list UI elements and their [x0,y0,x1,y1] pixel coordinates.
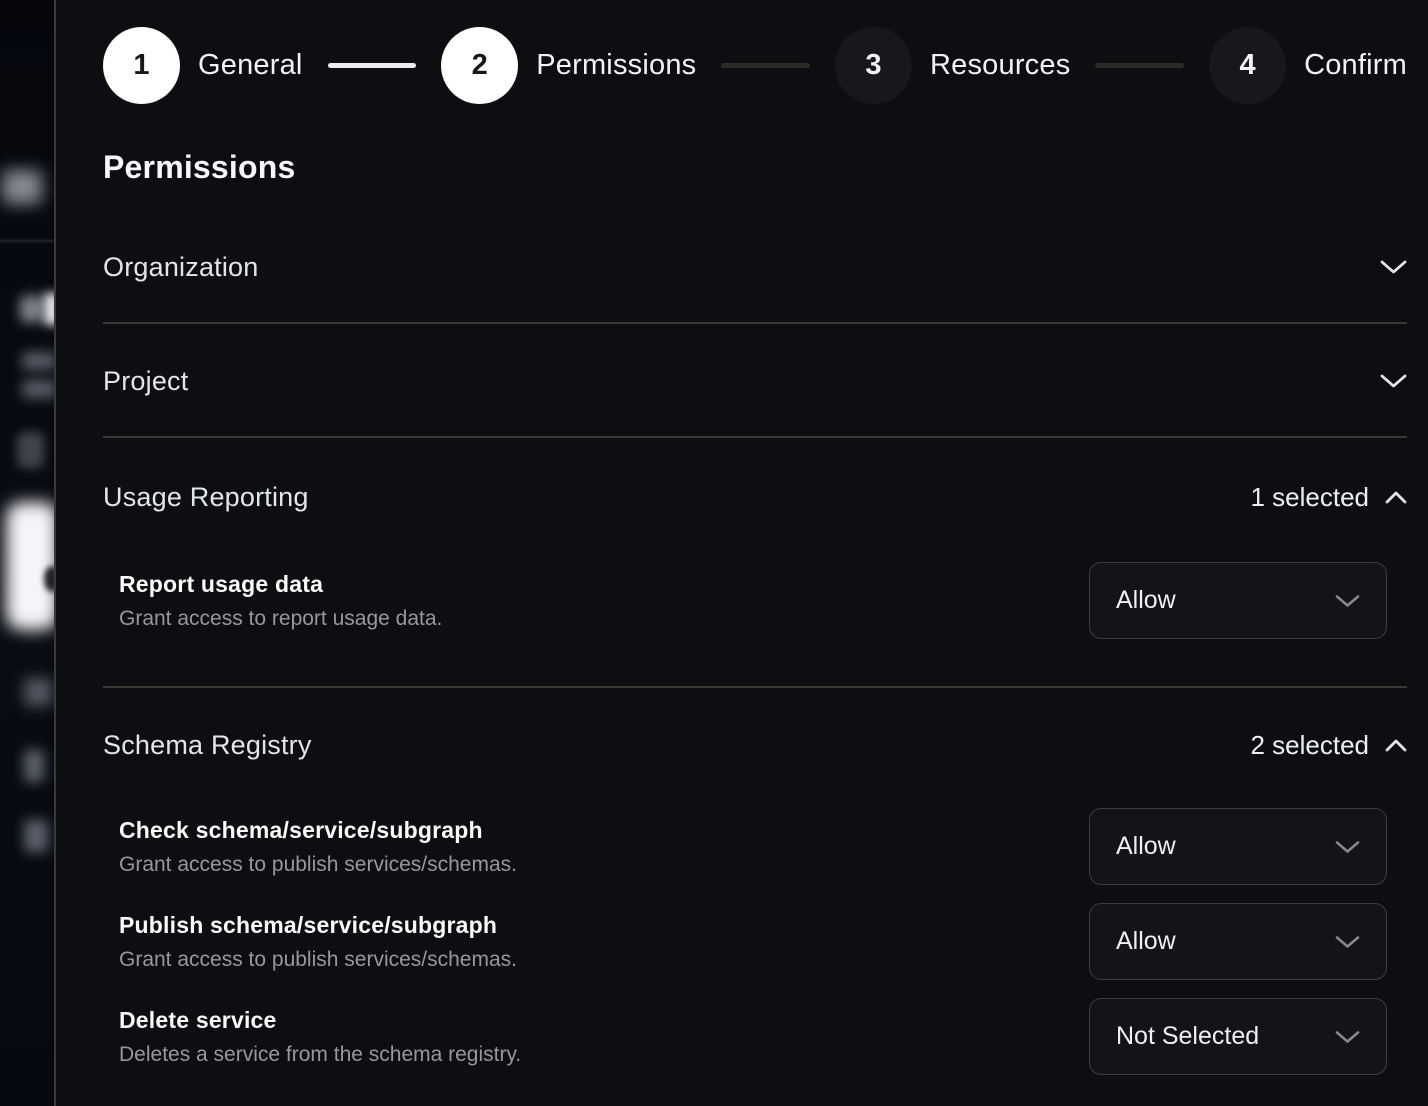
permission-title: Check schema/service/subgraph [119,816,517,844]
step-connector-upcoming [1095,63,1184,68]
sidebar-blur-badge [2,170,42,204]
step-permissions-label: Permissions [536,49,696,82]
permission-description: Grant access to publish services/schemas… [119,947,517,973]
chevron-down-icon [1335,594,1360,608]
sidebar-blur-text-line-2 [22,380,54,398]
section-schema-registry: Schema Registry 2 selected Check schema/… [103,688,1407,1083]
sidebar-blur-text-line-1 [22,352,54,370]
step-resources-circle: 3 [835,27,912,104]
section-title: Organization [103,250,259,284]
permission-rows: Report usage data Grant access to report… [103,562,1407,686]
permission-row-report-usage-data: Report usage data Grant access to report… [119,562,1387,639]
permission-description: Deletes a service from the schema regist… [119,1042,521,1068]
wizard-stepper: 1 General 2 Permissions 3 Resources 4 Co… [103,0,1407,104]
permission-title: Delete service [119,1006,521,1034]
check-schema-select[interactable]: Allow [1089,808,1387,885]
permission-text: Publish schema/service/subgraph Grant ac… [119,911,517,973]
step-permissions[interactable]: 2 Permissions [441,27,696,104]
section-title: Schema Registry [103,728,312,762]
sidebar-backdrop [0,0,54,1106]
chevron-up-icon [1385,739,1407,752]
sidebar-blur-tile [17,432,44,468]
select-value: Allow [1116,927,1176,956]
step-general-label: General [198,49,303,82]
chevron-down-icon [1335,840,1360,854]
section-usage-reporting-header[interactable]: Usage Reporting 1 selected [103,438,1407,514]
permission-rows: Check schema/service/subgraph Grant acce… [103,808,1407,1083]
section-title: Project [103,364,188,398]
permission-row-publish-schema: Publish schema/service/subgraph Grant ac… [119,903,1387,980]
section-usage-reporting: Usage Reporting 1 selected Report usage … [103,438,1407,686]
chevron-up-icon [1385,491,1407,504]
chevron-down-icon [1335,1030,1360,1044]
permission-text: Report usage data Grant access to report… [119,570,442,632]
publish-schema-select[interactable]: Allow [1089,903,1387,980]
delete-service-select[interactable]: Not Selected [1089,998,1387,1075]
section-organization-header[interactable]: Organization [103,186,1407,322]
selected-count-badge: 2 selected [1250,730,1369,761]
permission-title: Report usage data [119,570,442,598]
report-usage-data-select[interactable]: Allow [1089,562,1387,639]
step-permissions-circle: 2 [441,27,518,104]
section-organization: Organization [103,186,1407,322]
create-token-wizard-panel: 1 General 2 Permissions 3 Resources 4 Co… [56,0,1428,1106]
permission-row-delete-service: Delete service Deletes a service from th… [119,998,1387,1075]
chevron-down-icon [1380,373,1407,389]
section-project: Project [103,324,1407,436]
step-resources[interactable]: 3 Resources [835,27,1070,104]
sidebar-blur-heading [44,293,54,325]
page-title: Permissions [103,148,1407,186]
step-confirm[interactable]: 4 Confirm [1209,27,1407,104]
step-general-circle: 1 [103,27,180,104]
sidebar-blur-nav-item-2 [24,750,44,782]
sidebar-blur-nav-item-1 [24,678,52,706]
sidebar-blur-logo-mark [44,566,54,592]
sidebar-blur-nav-item-3 [24,820,48,852]
sidebar-blur-divider [0,240,54,242]
section-project-header[interactable]: Project [103,324,1407,436]
permission-description: Grant access to publish services/schemas… [119,852,517,878]
permission-row-check-schema: Check schema/service/subgraph Grant acce… [119,808,1387,885]
step-connector-complete [328,63,417,68]
permission-description: Grant access to report usage data. [119,606,442,632]
select-value: Not Selected [1116,1022,1259,1051]
chevron-down-icon [1380,259,1407,275]
step-resources-label: Resources [930,49,1070,82]
section-title: Usage Reporting [103,480,309,514]
sidebar-blur-icon [20,296,44,322]
step-confirm-label: Confirm [1304,49,1407,82]
step-general[interactable]: 1 General [103,27,303,104]
select-value: Allow [1116,832,1176,861]
chevron-down-icon [1335,935,1360,949]
sidebar-blur-logo-card [6,502,54,630]
permission-title: Publish schema/service/subgraph [119,911,517,939]
step-confirm-circle: 4 [1209,27,1286,104]
step-connector-upcoming [721,63,810,68]
selected-count-badge: 1 selected [1250,482,1369,513]
permission-text: Check schema/service/subgraph Grant acce… [119,816,517,878]
section-schema-registry-header[interactable]: Schema Registry 2 selected [103,688,1407,762]
permission-text: Delete service Deletes a service from th… [119,1006,521,1068]
select-value: Allow [1116,586,1176,615]
